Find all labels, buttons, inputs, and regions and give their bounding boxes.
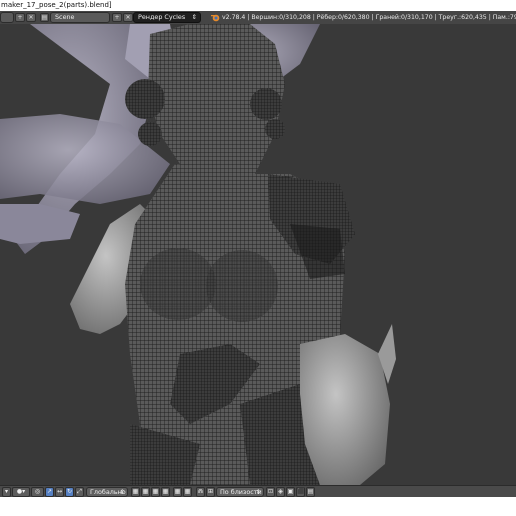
render-engine-select[interactable]: Рендер Cycles ⇕ [133,12,201,23]
align-rotation-icon[interactable]: ⊡ [266,487,275,497]
layer-icon[interactable]: ▦ [151,487,160,497]
close-icon[interactable]: ✕ [26,13,36,22]
scene-statistics: v2.78.4 | Вершин:0/310,208 | Рёбер:0/620… [222,14,516,21]
shading-mode-button[interactable]: ●▾ [12,487,30,497]
window-title-bar: maker_17_pose_2(parts).blend] [0,0,516,11]
render-preview-icon[interactable]: ◈ [276,487,285,497]
translate-manipulator-icon[interactable]: ↔ [55,487,64,497]
pivot-point-icon[interactable]: ◎ [31,487,44,497]
snap-element-icon[interactable]: ⊞ [206,487,215,497]
scene-icon[interactable]: ▤ [40,13,49,22]
info-header: + ✕ ▤ Scene + ✕ Рендер Cycles ⇕ v2.78.4 … [0,11,516,25]
blender-logo-icon [211,13,220,22]
3d-viewport[interactable] [0,24,516,485]
add-scene-icon[interactable]: + [112,13,122,22]
transform-orientation-select[interactable]: Глобально ⇕ [86,487,128,497]
manipulator-toggle-icon[interactable]: ↗ [45,487,54,497]
viewport-shading-icon[interactable]: ▾ [2,487,11,497]
rotate-manipulator-icon[interactable]: ↻ [65,487,74,497]
chevron-down-icon: ⇕ [255,488,261,496]
layer-icon[interactable]: ▦ [173,487,182,497]
scene-field-left[interactable] [0,12,14,23]
layer-icon[interactable]: ▦ [131,487,140,497]
right-gauntlet-model [300,334,390,485]
window-title: maker_17_pose_2(parts).blend] [1,1,112,9]
add-icon[interactable]: + [15,13,25,22]
layer-icon[interactable]: ▦ [161,487,170,497]
layer-icon[interactable]: ▦ [141,487,150,497]
delete-scene-icon[interactable]: ✕ [123,13,133,22]
scene-field[interactable]: Scene [50,12,110,23]
magnet-icon[interactable]: ⋒ [196,487,205,497]
layer-icon[interactable]: ▦ [183,487,192,497]
model-render [0,24,396,485]
camera-icon[interactable]: ⬛ [296,487,305,497]
chevron-down-icon: ⇕ [119,488,125,496]
opengl-render-icon[interactable]: ▣ [286,487,295,497]
chevron-down-icon: ⇕ [191,13,197,21]
window-bottom-border [0,497,516,516]
scale-manipulator-icon[interactable]: ⤢ [75,487,84,497]
snap-target-select[interactable]: По близости ⇕ [216,487,264,497]
anim-render-icon[interactable]: ▤ [306,487,315,497]
render-engine-label: Рендер Cycles [138,13,186,21]
